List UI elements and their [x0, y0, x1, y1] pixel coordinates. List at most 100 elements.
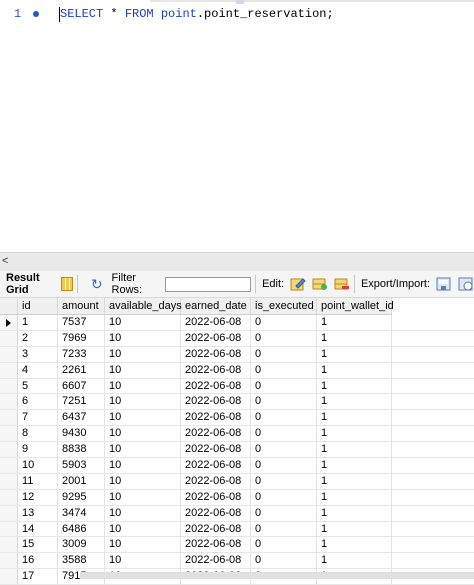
cell-point-wallet-id[interactable]: 1	[317, 489, 392, 505]
cell-amount[interactable]: 3009	[58, 537, 105, 553]
table-row[interactable]: 13 3474 10 2022-06-08 0 1	[0, 505, 474, 522]
cell-id[interactable]: 1	[18, 315, 58, 330]
cell-is-executed[interactable]: 0	[251, 521, 317, 537]
cell-amount[interactable]: 7233	[58, 346, 105, 362]
cell-is-executed[interactable]: 0	[251, 505, 317, 521]
table-row[interactable]: 8 9430 10 2022-06-08 0 1	[0, 426, 474, 443]
cell-amount[interactable]: 3588	[58, 553, 105, 569]
cell-id[interactable]: 14	[18, 521, 58, 537]
cell-id[interactable]: 12	[18, 489, 58, 505]
cell-earned-date[interactable]: 2022-06-08	[181, 315, 251, 330]
table-row[interactable]: 5 6607 10 2022-06-08 0 1	[0, 378, 474, 395]
table-row[interactable]: 4 2261 10 2022-06-08 0 1	[0, 362, 474, 379]
cell-amount[interactable]: 6607	[58, 378, 105, 394]
cell-point-wallet-id[interactable]: 1	[317, 378, 392, 394]
cell-available-days[interactable]: 10	[105, 426, 181, 442]
column-header-earned-date[interactable]: earned_date	[181, 298, 251, 314]
cell-earned-date[interactable]: 2022-06-08	[181, 537, 251, 553]
cell-amount[interactable]: 9430	[58, 426, 105, 442]
cell-point-wallet-id[interactable]: 1	[317, 362, 392, 378]
filter-rows-input[interactable]	[165, 276, 252, 292]
delete-row-icon[interactable]	[334, 276, 350, 292]
cell-available-days[interactable]: 10	[105, 537, 181, 553]
cell-available-days[interactable]: 10	[105, 553, 181, 569]
table-row[interactable]: 11 2001 10 2022-06-08 0 1	[0, 473, 474, 490]
cell-is-executed[interactable]: 0	[251, 315, 317, 330]
cell-earned-date[interactable]: 2022-06-08	[181, 442, 251, 458]
column-header-is-executed[interactable]: is_executed	[251, 298, 317, 314]
cell-is-executed[interactable]: 0	[251, 394, 317, 410]
row-indicator[interactable]	[0, 442, 18, 458]
cell-available-days[interactable]: 10	[105, 346, 181, 362]
cell-earned-date[interactable]: 2022-06-08	[181, 346, 251, 362]
cell-point-wallet-id[interactable]: 1	[317, 458, 392, 473]
cell-is-executed[interactable]: 0	[251, 410, 317, 426]
cell-earned-date[interactable]: 2022-06-08	[181, 505, 251, 521]
table-row[interactable]: 10 5903 10 2022-06-08 0 1	[0, 458, 474, 474]
cell-amount[interactable]: 8838	[58, 442, 105, 458]
result-grid-icon[interactable]	[60, 277, 73, 291]
cell-amount[interactable]: 7969	[58, 330, 105, 346]
cell-amount[interactable]: 6437	[58, 410, 105, 426]
row-indicator[interactable]	[0, 426, 18, 442]
sql-query-line[interactable]: SELECT * FROM point.point_reservation;	[60, 7, 334, 21]
table-row[interactable]: 3 7233 10 2022-06-08 0 1	[0, 346, 474, 363]
row-indicator[interactable]	[0, 537, 18, 553]
cell-earned-date[interactable]: 2022-06-08	[181, 458, 251, 473]
cell-is-executed[interactable]: 0	[251, 537, 317, 553]
cell-id[interactable]: 11	[18, 473, 58, 489]
cell-earned-date[interactable]: 2022-06-08	[181, 362, 251, 378]
cell-available-days[interactable]: 10	[105, 330, 181, 346]
cell-amount[interactable]: 7537	[58, 315, 105, 330]
column-header-id[interactable]: id	[18, 298, 58, 314]
cell-amount[interactable]: 7251	[58, 394, 105, 410]
cell-point-wallet-id[interactable]: 1	[317, 473, 392, 489]
row-indicator[interactable]	[0, 569, 18, 585]
cell-earned-date[interactable]: 2022-06-08	[181, 426, 251, 442]
cell-earned-date[interactable]: 2022-06-08	[181, 378, 251, 394]
horizontal-scrollbar[interactable]: <	[0, 252, 474, 271]
cell-available-days[interactable]: 10	[105, 473, 181, 489]
import-icon[interactable]	[458, 276, 474, 292]
cell-earned-date[interactable]: 2022-06-08	[181, 521, 251, 537]
cell-is-executed[interactable]: 0	[251, 426, 317, 442]
table-row[interactable]: 15 3009 10 2022-06-08 0 1	[0, 537, 474, 554]
cell-available-days[interactable]: 10	[105, 442, 181, 458]
cell-earned-date[interactable]: 2022-06-08	[181, 489, 251, 505]
cell-is-executed[interactable]: 0	[251, 473, 317, 489]
row-indicator[interactable]	[0, 473, 18, 489]
cell-amount[interactable]: 9295	[58, 489, 105, 505]
export-icon[interactable]	[436, 276, 452, 292]
edit-row-icon[interactable]	[290, 276, 306, 292]
cell-is-executed[interactable]: 0	[251, 553, 317, 569]
cell-is-executed[interactable]: 0	[251, 458, 317, 473]
cell-point-wallet-id[interactable]: 1	[317, 442, 392, 458]
row-indicator[interactable]	[0, 458, 18, 473]
row-indicator[interactable]	[0, 521, 18, 537]
cell-available-days[interactable]: 10	[105, 521, 181, 537]
cell-point-wallet-id[interactable]: 1	[317, 394, 392, 410]
cell-available-days[interactable]: 10	[105, 505, 181, 521]
cell-point-wallet-id[interactable]: 1	[317, 315, 392, 330]
cell-point-wallet-id[interactable]: 1	[317, 521, 392, 537]
insert-row-icon[interactable]	[312, 276, 328, 292]
cell-id[interactable]: 5	[18, 378, 58, 394]
row-indicator[interactable]	[0, 489, 18, 505]
column-header-amount[interactable]: amount	[58, 298, 105, 314]
column-header-available-days[interactable]: available_days	[105, 298, 182, 314]
cell-point-wallet-id[interactable]: 1	[317, 553, 392, 569]
cell-earned-date[interactable]: 2022-06-08	[181, 394, 251, 410]
row-indicator[interactable]	[0, 346, 18, 362]
row-indicator[interactable]	[0, 362, 18, 378]
row-indicator[interactable]	[0, 410, 18, 426]
table-row[interactable]: 6 7251 10 2022-06-08 0 1	[0, 394, 474, 411]
table-row[interactable]: 2 7969 10 2022-06-08 0 1	[0, 330, 474, 347]
cell-earned-date[interactable]: 2022-06-08	[181, 473, 251, 489]
cell-amount[interactable]: 2261	[58, 362, 105, 378]
table-row[interactable]: 16 3588 10 2022-06-08 0 1	[0, 553, 474, 570]
column-header-point-wallet-id[interactable]: point_wallet_id	[317, 298, 394, 314]
cell-available-days[interactable]: 10	[105, 394, 181, 410]
row-indicator[interactable]	[0, 330, 18, 346]
cell-is-executed[interactable]: 0	[251, 489, 317, 505]
table-row[interactable]: 1 7537 10 2022-06-08 0 1	[0, 315, 474, 331]
